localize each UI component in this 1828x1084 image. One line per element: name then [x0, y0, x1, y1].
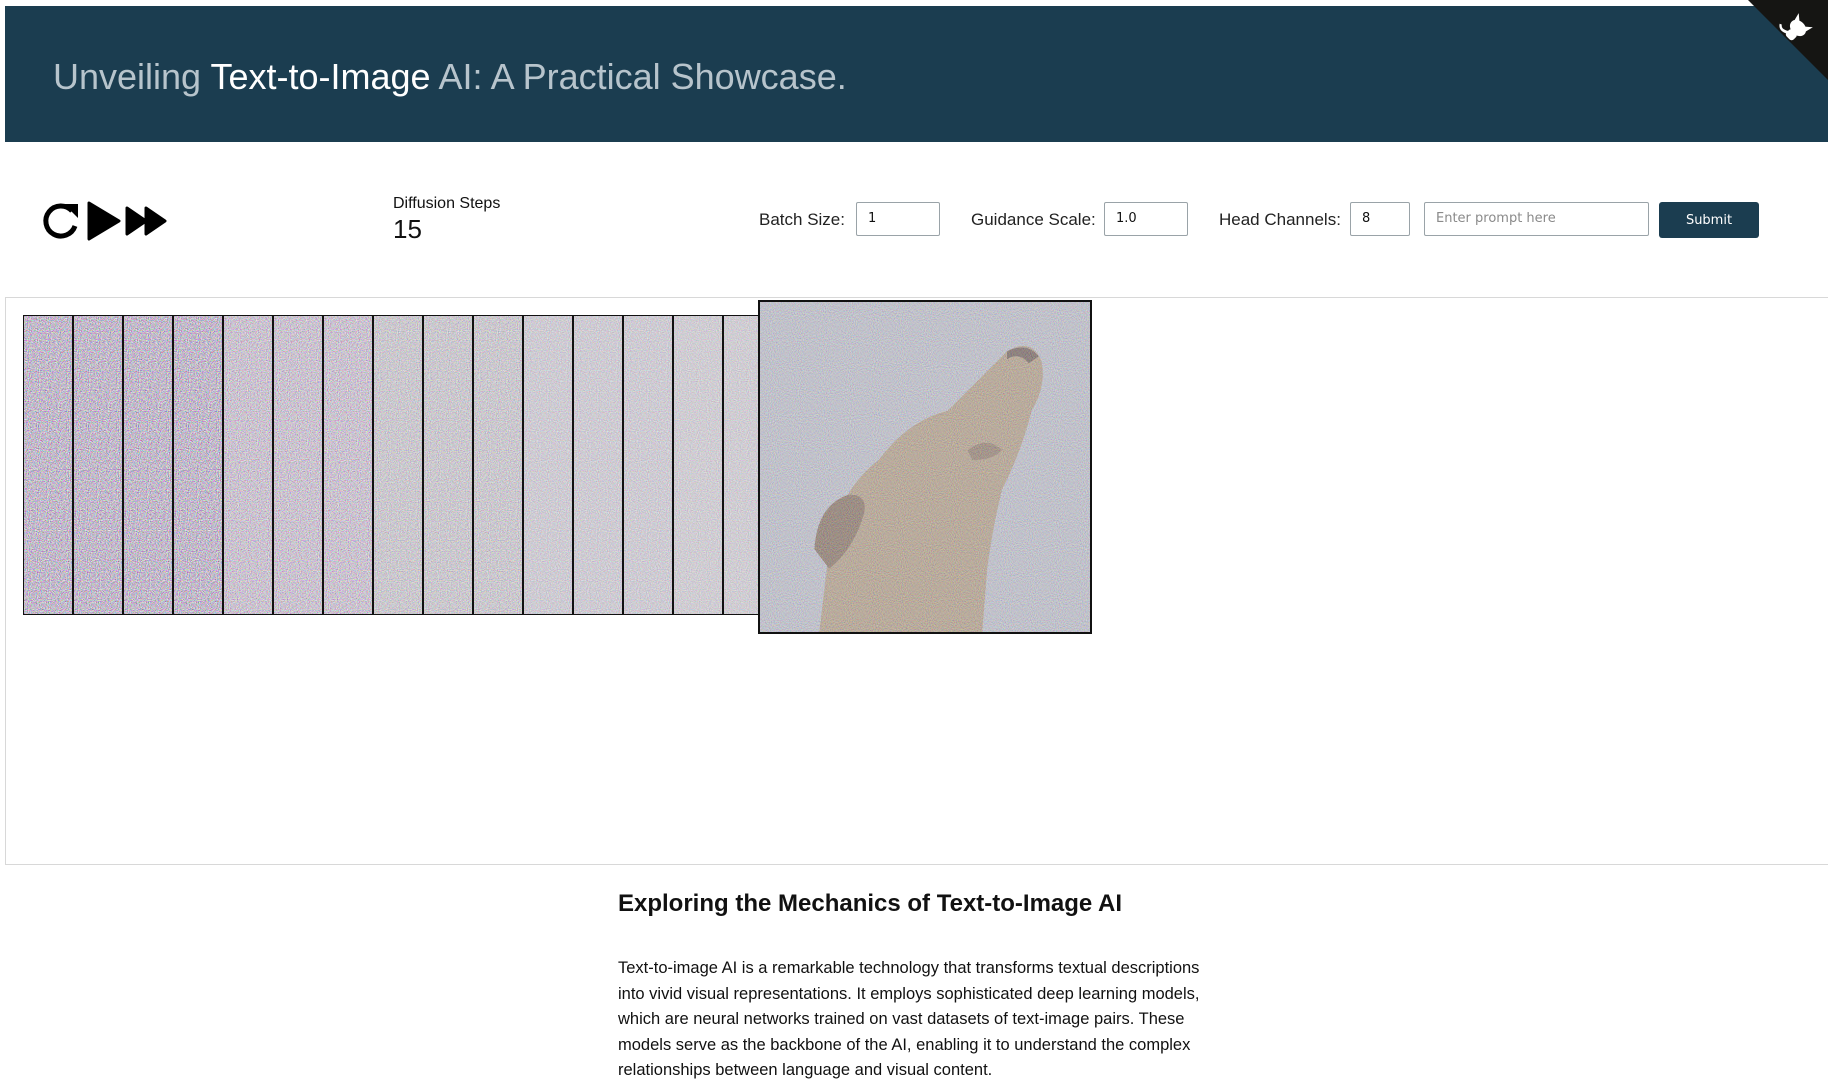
diffusion-frame[interactable]: [473, 315, 523, 615]
noise-image: [424, 316, 472, 614]
guidance-scale-label: Guidance Scale:: [971, 210, 1096, 229]
diffusion-frame[interactable]: [273, 315, 323, 615]
noise-image: [374, 316, 422, 614]
fast-forward-icon[interactable]: [125, 200, 169, 247]
noise-image: [224, 316, 272, 614]
noise-image: [274, 316, 322, 614]
diffusion-frame[interactable]: [123, 315, 173, 615]
batch-size-label: Batch Size:: [759, 210, 845, 229]
diffusion-steps-value: 15: [393, 214, 422, 244]
generated-dog-image[interactable]: [758, 300, 1092, 634]
diffusion-frame[interactable]: [23, 315, 73, 615]
noise-image: [74, 316, 122, 614]
diffusion-frame[interactable]: [673, 315, 723, 615]
article-body: Text-to-image AI is a remarkable technol…: [618, 959, 1200, 1079]
diffusion-steps-label: Diffusion Steps: [393, 195, 501, 212]
article-heading: Exploring the Mechanics of Text-to-Image…: [618, 890, 1123, 917]
noise-image: [124, 316, 172, 614]
head-channels-label: Head Channels:: [1219, 210, 1341, 229]
diffusion-frame[interactable]: [373, 315, 423, 615]
github-corner-link[interactable]: [1748, 0, 1828, 80]
prompt-input[interactable]: [1424, 202, 1649, 236]
article-section: Exploring the Mechanics of Text-to-Image…: [618, 890, 1218, 1084]
refresh-icon[interactable]: [40, 200, 82, 247]
diffusion-frame[interactable]: [223, 315, 273, 615]
noise-image: [324, 316, 372, 614]
diffusion-frame[interactable]: [323, 315, 373, 615]
noise-image: [174, 316, 222, 614]
diffusion-frame[interactable]: [173, 315, 223, 615]
noise-image: [674, 316, 722, 614]
submit-button[interactable]: Submit: [1659, 202, 1759, 238]
noise-image: [624, 316, 672, 614]
diffusion-frame[interactable]: [523, 315, 573, 615]
title-highlight: Text-to-Image: [210, 56, 431, 97]
diffusion-frame[interactable]: [423, 315, 473, 615]
page-title: Unveiling Text-to-Image AI: A Practical …: [53, 56, 847, 98]
dog-image: [760, 302, 1090, 632]
head-channels-input[interactable]: [1350, 202, 1410, 236]
diffusion-frame[interactable]: [73, 315, 123, 615]
diffusion-image-panel: [5, 297, 1828, 865]
title-part-1: Unveiling: [53, 56, 211, 97]
control-bar: Diffusion Steps 15 Batch Size: Guidance …: [0, 190, 1828, 260]
diffusion-frame[interactable]: [573, 315, 623, 615]
noise-image: [574, 316, 622, 614]
noise-image: [474, 316, 522, 614]
play-icon[interactable]: [86, 200, 122, 247]
batch-size-input[interactable]: [856, 202, 940, 236]
title-part-2: AI: A Practical Showcase.: [430, 56, 847, 97]
page-header: Unveiling Text-to-Image AI: A Practical …: [5, 6, 1828, 142]
noise-image: [524, 316, 572, 614]
noise-image: [24, 316, 72, 614]
diffusion-frame[interactable]: [623, 315, 673, 615]
guidance-scale-input[interactable]: [1104, 202, 1188, 236]
